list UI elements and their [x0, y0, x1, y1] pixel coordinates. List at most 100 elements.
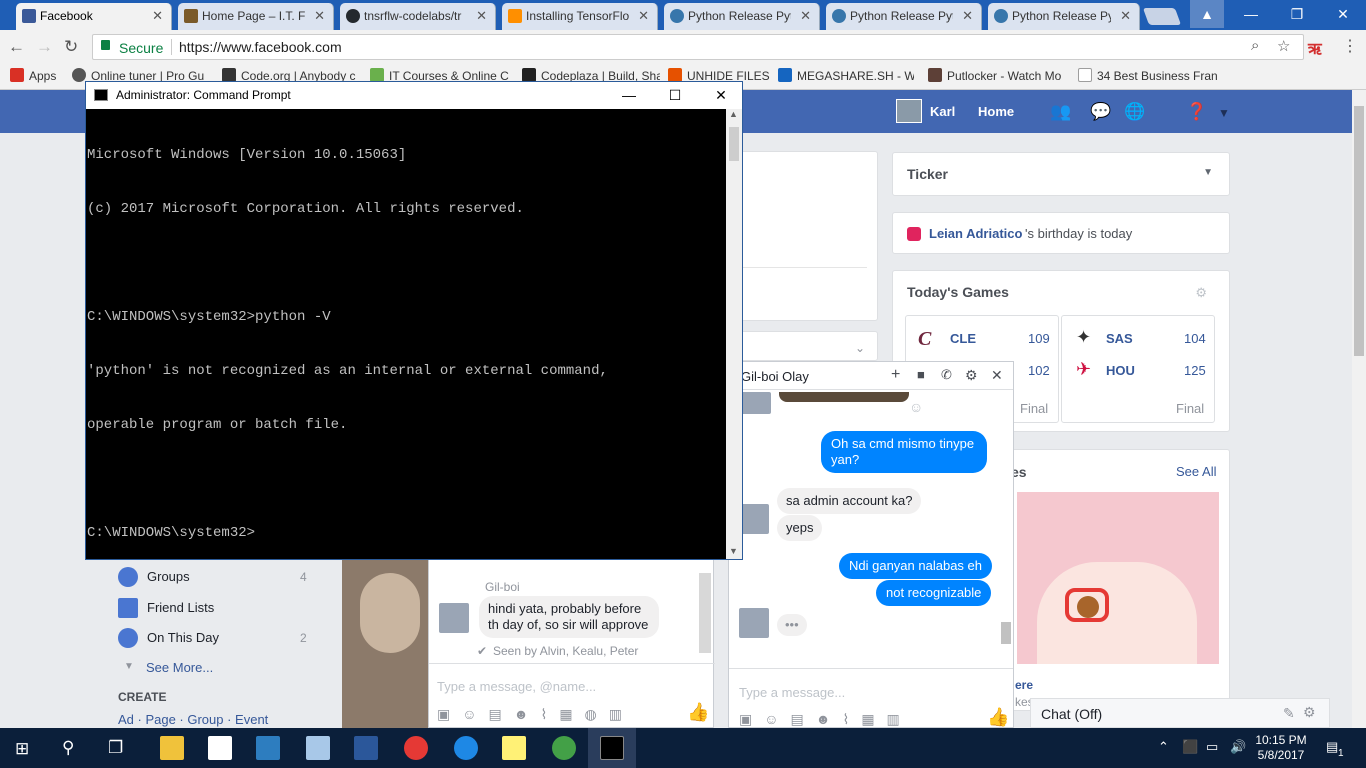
bookmark-megashare[interactable]: MEGASHARE.SH - Wa: [778, 68, 914, 83]
tab-tensorflow[interactable]: Installing TensorFlo ✕: [502, 3, 658, 30]
cmd-icon[interactable]: [600, 736, 624, 760]
chat-scrollbar[interactable]: [1001, 622, 1011, 644]
shared-photo-partial[interactable]: [779, 392, 909, 402]
bookmark-putlocker[interactable]: Putlocker - Watch Mo: [928, 68, 1066, 83]
bookmark-star-icon[interactable]: ☆: [1277, 37, 1290, 55]
chevron-down-icon[interactable]: ▼: [1203, 167, 1213, 178]
scrollbar-thumb[interactable]: [1354, 106, 1364, 356]
close-icon[interactable]: ✕: [991, 367, 1003, 384]
close-tab-icon[interactable]: ✕: [152, 8, 163, 24]
scroll-down-icon[interactable]: ▼: [729, 546, 738, 556]
birthday-name-link[interactable]: Leian Adriatico: [929, 226, 1022, 241]
app-icon[interactable]: [256, 736, 280, 760]
close-icon[interactable]: ✕: [698, 84, 744, 108]
anime-image[interactable]: [1017, 492, 1219, 664]
profile-link[interactable]: Karl: [930, 104, 955, 119]
close-window-icon[interactable]: ✕: [1320, 0, 1366, 28]
friend-requests-icon[interactable]: 👥: [1050, 102, 1071, 122]
reload-icon[interactable]: ↻: [64, 37, 78, 57]
windows-start-icon[interactable]: ⊞: [15, 739, 29, 759]
zoom-icon[interactable]: ⌕: [1251, 37, 1259, 54]
gear-icon[interactable]: ⚙: [1195, 285, 1207, 301]
cmd-scrollbar[interactable]: ▲ ▼: [726, 109, 742, 559]
trending-link-fragment[interactable]: ere: [1015, 678, 1033, 692]
close-tab-icon[interactable]: ✕: [476, 8, 487, 24]
scrollbar-thumb[interactable]: [729, 127, 739, 161]
clock[interactable]: 10:15 PM 5/8/2017: [1252, 733, 1310, 763]
game-card-2[interactable]: ✦ SAS 104 ✈ HOU 125 Final: [1061, 315, 1215, 423]
close-tab-icon[interactable]: ✕: [638, 8, 649, 24]
globe-icon[interactable]: 🌐: [1124, 102, 1145, 122]
console-prompt[interactable]: C:\WINDOWS\system32>: [87, 524, 726, 542]
avatar[interactable]: [896, 99, 922, 123]
compose-icon[interactable]: ✎: [1283, 705, 1295, 722]
tab-python-2[interactable]: Python Release Pyt ✕: [826, 3, 982, 30]
cmd-titlebar[interactable]: Administrator: Command Prompt — ☐ ✕: [86, 82, 742, 109]
url-text[interactable]: https://www.facebook.com: [179, 39, 342, 55]
see-all-link[interactable]: See All: [1176, 464, 1216, 479]
gear-icon[interactable]: ⚙: [1303, 704, 1316, 721]
gear-icon[interactable]: ⚙: [965, 367, 978, 384]
chevron-down-icon[interactable]: ▼: [1218, 106, 1230, 120]
phone-call-icon[interactable]: ✆: [941, 367, 952, 383]
chat-sidebar-bar[interactable]: Chat (Off) ✎ ⚙: [1030, 698, 1330, 728]
back-arrow-icon[interactable]: ←: [8, 37, 25, 57]
tray-app-icon[interactable]: ⬛: [1182, 739, 1198, 755]
create-links[interactable]: Ad · Page · Group · Event: [118, 712, 268, 727]
edge-icon[interactable]: [454, 736, 478, 760]
bookmark-apps[interactable]: Apps: [10, 68, 56, 83]
emoji-reaction-icon[interactable]: ☺: [909, 399, 923, 415]
nav-see-more[interactable]: See More...: [146, 660, 213, 675]
close-tab-icon[interactable]: ✕: [962, 8, 973, 24]
file-explorer-icon[interactable]: [160, 736, 184, 760]
menu-dots-icon[interactable]: ⋮: [1342, 36, 1358, 56]
avatar[interactable]: [739, 504, 769, 534]
extension-icon[interactable]: ऋ: [1308, 37, 1322, 59]
avatar[interactable]: [439, 603, 469, 633]
task-view-icon[interactable]: ❐: [108, 738, 123, 758]
minimize-icon[interactable]: —: [606, 84, 652, 108]
address-bar[interactable]: Secure https://www.facebook.com ⌕ ☆: [92, 34, 1304, 60]
forward-arrow-icon[interactable]: →: [36, 37, 53, 57]
sticky-notes-icon[interactable]: [502, 736, 526, 760]
chat-message-input[interactable]: Type a message...: [739, 685, 845, 700]
tab-github[interactable]: tnsrflw-codelabs/tr ✕: [340, 3, 496, 30]
tab-it-home[interactable]: Home Page – I.T. Fi ✕: [178, 3, 334, 30]
close-tab-icon[interactable]: ✕: [1120, 8, 1131, 24]
new-tab-button[interactable]: [1142, 8, 1182, 25]
nav-on-this-day[interactable]: On This Day: [147, 630, 219, 645]
scroll-up-icon[interactable]: ▲: [729, 109, 738, 119]
bookmark-business[interactable]: 34 Best Business Franc: [1078, 68, 1218, 83]
close-tab-icon[interactable]: ✕: [800, 8, 811, 24]
chat-toolbar-icons[interactable]: ▣☺▤☻⌇▦◍▥: [437, 706, 634, 723]
virtualbox-icon[interactable]: [306, 736, 330, 760]
chevron-up-icon[interactable]: ⌃: [1158, 739, 1169, 755]
chat-title[interactable]: Gil-boi Olay: [741, 369, 809, 384]
network-icon[interactable]: ▭: [1206, 739, 1218, 755]
close-tab-icon[interactable]: ✕: [314, 8, 325, 24]
chrome-icon[interactable]: [404, 736, 428, 760]
avatar[interactable]: [739, 608, 769, 638]
video-call-icon[interactable]: ■: [917, 367, 925, 382]
chrome-icon[interactable]: [552, 736, 576, 760]
chat-scrollbar[interactable]: [699, 573, 711, 653]
maximize-icon[interactable]: ☐: [652, 84, 698, 108]
page-scrollbar[interactable]: [1352, 90, 1366, 728]
store-icon[interactable]: [208, 736, 232, 760]
chevron-down-icon[interactable]: ⌄: [855, 341, 865, 355]
chat-message-input[interactable]: Type a message, @name...: [437, 679, 596, 694]
home-link[interactable]: Home: [978, 104, 1014, 119]
avatar[interactable]: [741, 392, 771, 414]
nav-friend-lists[interactable]: Friend Lists: [147, 600, 214, 615]
maximize-icon[interactable]: ❐: [1274, 0, 1320, 28]
tab-python-3[interactable]: Python Release Pyt ✕: [988, 3, 1140, 30]
notification-center-icon[interactable]: ▤: [1326, 739, 1338, 755]
search-icon[interactable]: ⚲: [62, 738, 74, 758]
word-icon[interactable]: [354, 736, 378, 760]
console-output[interactable]: Microsoft Windows [Version 10.0.15063] (…: [86, 109, 726, 559]
chat-header[interactable]: Gil-boi Olay + ■ ✆ ⚙ ✕: [729, 362, 1013, 390]
like-thumb-icon[interactable]: 👍: [687, 702, 709, 723]
tab-python-1[interactable]: Python Release Pyt ✕: [664, 3, 820, 30]
add-person-icon[interactable]: +: [891, 366, 900, 384]
like-thumb-icon[interactable]: 👍: [987, 707, 1009, 728]
